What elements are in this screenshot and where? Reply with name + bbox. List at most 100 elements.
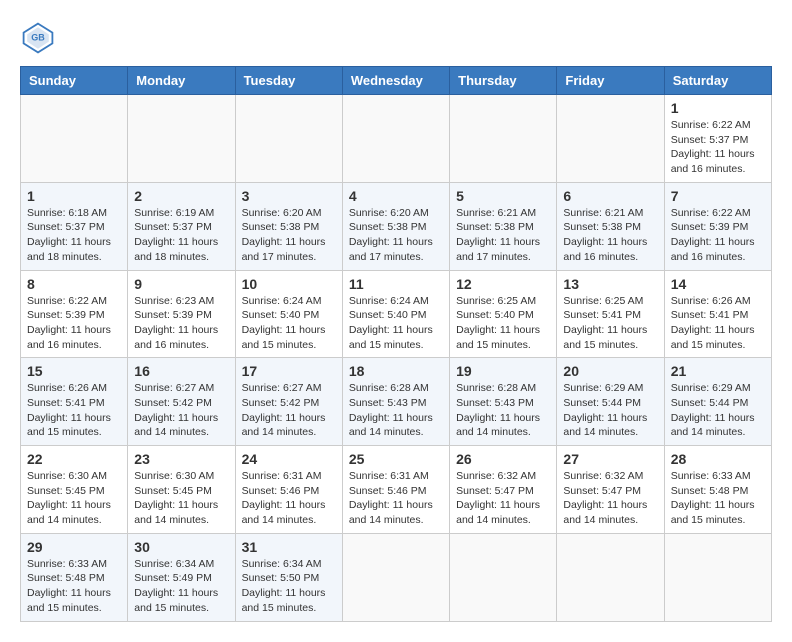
calendar-cell: 2Sunrise: 6:19 AMSunset: 5:37 PMDaylight…: [128, 182, 235, 270]
day-number: 13: [563, 276, 657, 292]
day-number: 21: [671, 363, 765, 379]
day-info: Sunrise: 6:34 AMSunset: 5:49 PMDaylight:…: [134, 557, 228, 616]
day-info: Sunrise: 6:20 AMSunset: 5:38 PMDaylight:…: [242, 206, 336, 265]
day-info: Sunrise: 6:18 AMSunset: 5:37 PMDaylight:…: [27, 206, 121, 265]
calendar-week-row: 29 Sunrise: 6:33 AMSunset: 5:48 PMDayligh…: [21, 533, 772, 621]
day-number: 11: [349, 276, 443, 292]
calendar-cell: [128, 95, 235, 183]
day-info: Sunrise: 6:24 AMSunset: 5:40 PMDaylight:…: [242, 294, 336, 353]
day-info: Sunrise: 6:21 AMSunset: 5:38 PMDaylight:…: [456, 206, 550, 265]
day-info: Sunrise: 6:32 AMSunset: 5:47 PMDaylight:…: [456, 469, 550, 528]
calendar-cell: 1Sunrise: 6:22 AMSunset: 5:37 PMDaylight…: [664, 95, 771, 183]
calendar-table: SundayMondayTuesdayWednesdayThursdayFrid…: [20, 66, 772, 622]
day-info: Sunrise: 6:20 AMSunset: 5:38 PMDaylight:…: [349, 206, 443, 265]
calendar-cell: 23 Sunrise: 6:30 AMSunset: 5:45 PMDayligh…: [128, 446, 235, 534]
calendar-cell: [21, 95, 128, 183]
calendar-cell: [664, 533, 771, 621]
day-info: Sunrise: 6:26 AMSunset: 5:41 PMDaylight:…: [671, 294, 765, 353]
day-info: Sunrise: 6:25 AMSunset: 5:40 PMDaylight:…: [456, 294, 550, 353]
day-info: Sunrise: 6:32 AMSunset: 5:47 PMDaylight:…: [563, 469, 657, 528]
day-info: Sunrise: 6:29 AMSunset: 5:44 PMDaylight:…: [671, 381, 765, 440]
calendar-cell: 3 Sunrise: 6:20 AMSunset: 5:38 PMDaylight…: [235, 182, 342, 270]
calendar-cell: 30 Sunrise: 6:34 AMSunset: 5:49 PMDayligh…: [128, 533, 235, 621]
calendar-cell: 5 Sunrise: 6:21 AMSunset: 5:38 PMDaylight…: [450, 182, 557, 270]
day-number: 18: [349, 363, 443, 379]
calendar-cell: 18Sunrise: 6:28 AMSunset: 5:43 PMDayligh…: [342, 358, 449, 446]
calendar-cell: 14 Sunrise: 6:26 AMSunset: 5:41 PMDayligh…: [664, 270, 771, 358]
day-info: Sunrise: 6:22 AMSunset: 5:39 PMDaylight:…: [671, 206, 765, 265]
day-number: 20: [563, 363, 657, 379]
day-number: 8: [27, 276, 121, 292]
calendar-cell: 7 Sunrise: 6:22 AMSunset: 5:39 PMDaylight…: [664, 182, 771, 270]
day-number: 23: [134, 451, 228, 467]
calendar-cell: [235, 95, 342, 183]
day-number: 9: [134, 276, 228, 292]
day-info: Sunrise: 6:30 AMSunset: 5:45 PMDaylight:…: [27, 469, 121, 528]
day-number: 27: [563, 451, 657, 467]
calendar-cell: 28Sunrise: 6:33 AMSunset: 5:48 PMDayligh…: [664, 446, 771, 534]
day-info: Sunrise: 6:30 AMSunset: 5:45 PMDaylight:…: [134, 469, 228, 528]
day-info: Sunrise: 6:22 AMSunset: 5:39 PMDaylight:…: [27, 294, 121, 353]
calendar-cell: 8 Sunrise: 6:22 AMSunset: 5:39 PMDaylight…: [21, 270, 128, 358]
calendar-cell: [557, 95, 664, 183]
page-header: GB: [20, 20, 772, 56]
day-info: Sunrise: 6:21 AMSunset: 5:38 PMDaylight:…: [563, 206, 657, 265]
day-info: Sunrise: 6:28 AMSunset: 5:43 PMDaylight:…: [456, 381, 550, 440]
day-info: Sunrise: 6:26 AMSunset: 5:41 PMDaylight:…: [27, 381, 121, 440]
calendar-cell: [450, 95, 557, 183]
calendar-cell: 20Sunrise: 6:29 AMSunset: 5:44 PMDayligh…: [557, 358, 664, 446]
day-number: 15: [27, 363, 121, 379]
day-header-sunday: Sunday: [21, 67, 128, 95]
calendar-cell: 24Sunrise: 6:31 AMSunset: 5:46 PMDayligh…: [235, 446, 342, 534]
day-number: 7: [671, 188, 765, 204]
day-number: 22: [27, 451, 121, 467]
calendar-cell: [450, 533, 557, 621]
day-header-thursday: Thursday: [450, 67, 557, 95]
day-info: Sunrise: 6:27 AMSunset: 5:42 PMDaylight:…: [242, 381, 336, 440]
day-number: 5: [456, 188, 550, 204]
calendar-cell: [342, 533, 449, 621]
calendar-cell: 12 Sunrise: 6:25 AMSunset: 5:40 PMDayligh…: [450, 270, 557, 358]
day-number: 30: [134, 539, 228, 555]
day-number: 1: [27, 188, 121, 204]
day-number: 17: [242, 363, 336, 379]
day-header-monday: Monday: [128, 67, 235, 95]
calendar-cell: 16 Sunrise: 6:27 AMSunset: 5:42 PMDayligh…: [128, 358, 235, 446]
calendar-cell: 29 Sunrise: 6:33 AMSunset: 5:48 PMDayligh…: [21, 533, 128, 621]
day-number: 3: [242, 188, 336, 204]
day-info: Sunrise: 6:24 AMSunset: 5:40 PMDaylight:…: [349, 294, 443, 353]
day-number: 14: [671, 276, 765, 292]
day-number: 12: [456, 276, 550, 292]
calendar-cell: 10 Sunrise: 6:24 AMSunset: 5:40 PMDayligh…: [235, 270, 342, 358]
calendar-cell: 27 Sunrise: 6:32 AMSunset: 5:47 PMDayligh…: [557, 446, 664, 534]
day-info: Sunrise: 6:31 AMSunset: 5:46 PMDaylight:…: [349, 469, 443, 528]
day-number: 1: [671, 100, 765, 116]
calendar-cell: 4 Sunrise: 6:20 AMSunset: 5:38 PMDaylight…: [342, 182, 449, 270]
calendar-week-row: 15 Sunrise: 6:26 AMSunset: 5:41 PMDayligh…: [21, 358, 772, 446]
logo-icon: GB: [20, 20, 56, 56]
day-info: Sunrise: 6:34 AMSunset: 5:50 PMDaylight:…: [242, 557, 336, 616]
day-number: 26: [456, 451, 550, 467]
day-info: Sunrise: 6:19 AMSunset: 5:37 PMDaylight:…: [134, 206, 228, 265]
day-info: Sunrise: 6:33 AMSunset: 5:48 PMDaylight:…: [27, 557, 121, 616]
calendar-cell: 11 Sunrise: 6:24 AMSunset: 5:40 PMDayligh…: [342, 270, 449, 358]
calendar-cell: [557, 533, 664, 621]
day-number: 16: [134, 363, 228, 379]
calendar-cell: 25 Sunrise: 6:31 AMSunset: 5:46 PMDayligh…: [342, 446, 449, 534]
calendar-cell: 6Sunrise: 6:21 AMSunset: 5:38 PMDaylight…: [557, 182, 664, 270]
day-number: 4: [349, 188, 443, 204]
calendar-cell: 22 Sunrise: 6:30 AMSunset: 5:45 PMDayligh…: [21, 446, 128, 534]
day-number: 29: [27, 539, 121, 555]
day-number: 28: [671, 451, 765, 467]
calendar-cell: 19Sunrise: 6:28 AMSunset: 5:43 PMDayligh…: [450, 358, 557, 446]
logo: GB: [20, 20, 62, 56]
calendar-cell: 21 Sunrise: 6:29 AMSunset: 5:44 PMDayligh…: [664, 358, 771, 446]
calendar-cell: 26 Sunrise: 6:32 AMSunset: 5:47 PMDayligh…: [450, 446, 557, 534]
day-number: 31: [242, 539, 336, 555]
calendar-cell: 1 Sunrise: 6:18 AMSunset: 5:37 PMDaylight…: [21, 182, 128, 270]
day-number: 25: [349, 451, 443, 467]
day-number: 10: [242, 276, 336, 292]
svg-text:GB: GB: [31, 33, 45, 43]
day-info: Sunrise: 6:27 AMSunset: 5:42 PMDaylight:…: [134, 381, 228, 440]
calendar-cell: 9Sunrise: 6:23 AMSunset: 5:39 PMDaylight…: [128, 270, 235, 358]
